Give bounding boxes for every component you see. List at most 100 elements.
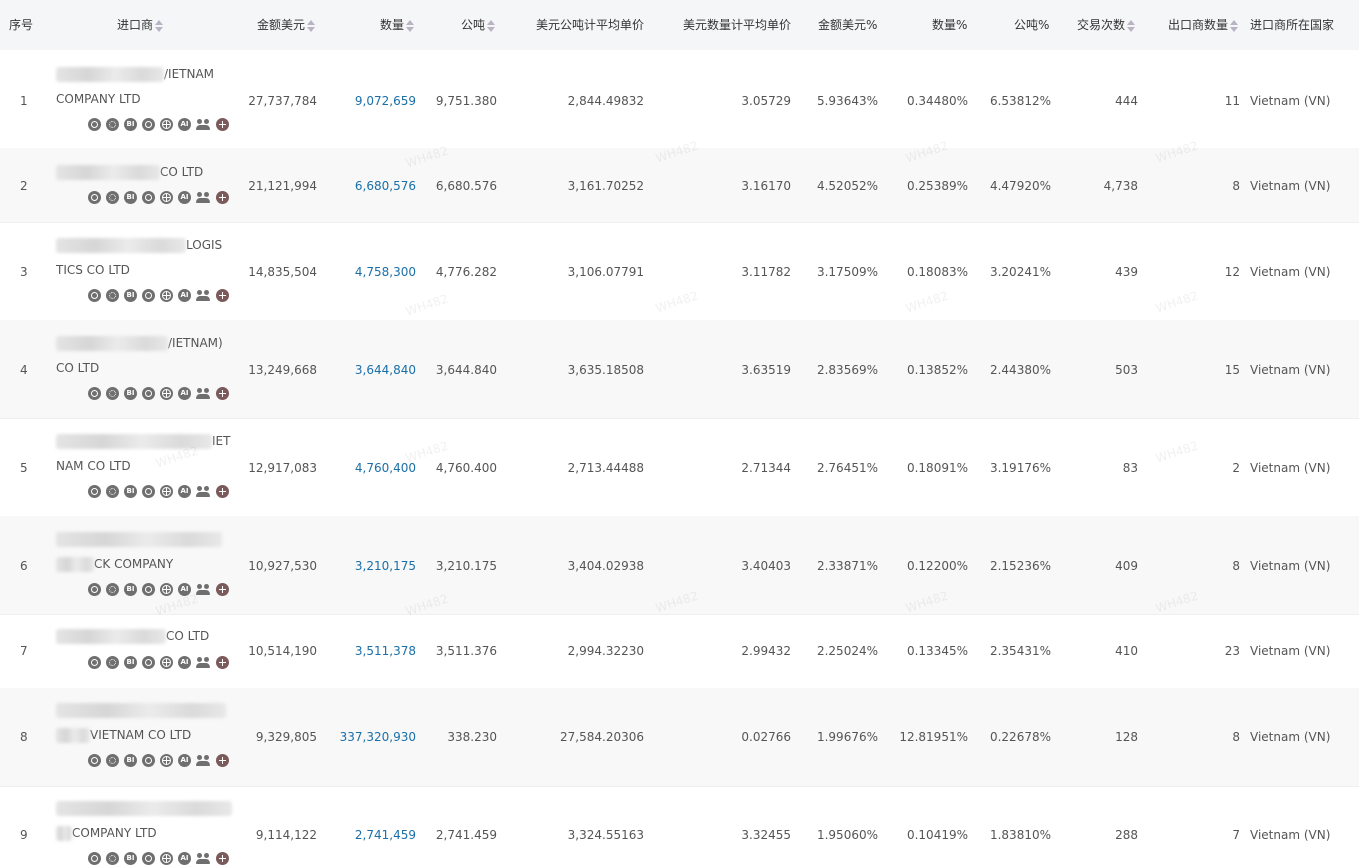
gear-icon[interactable]: [106, 191, 119, 204]
sort-icon[interactable]: [487, 19, 496, 32]
sort-icon[interactable]: [1230, 19, 1239, 32]
search-icon[interactable]: [142, 387, 155, 400]
grid-icon[interactable]: [216, 754, 229, 767]
sort-icon[interactable]: [1127, 19, 1136, 32]
importer-name-line1[interactable]: LOGIS: [56, 237, 222, 253]
header-importer[interactable]: 进口商: [117, 17, 164, 33]
quantity-link[interactable]: 4,758,300: [320, 264, 416, 280]
ai-icon[interactable]: AI: [178, 191, 191, 204]
importer-name-line1[interactable]: [56, 702, 226, 718]
bi-icon[interactable]: BI: [124, 387, 137, 400]
ai-icon[interactable]: AI: [178, 656, 191, 669]
locate-icon[interactable]: [88, 485, 101, 498]
search-icon[interactable]: [142, 289, 155, 302]
importer-name-line2[interactable]: NAM CO LTD: [56, 458, 131, 474]
people-icon[interactable]: [196, 289, 211, 302]
ai-icon[interactable]: AI: [178, 289, 191, 302]
quantity-link[interactable]: 337,320,930: [320, 729, 416, 745]
search-icon[interactable]: [142, 656, 155, 669]
gear-icon[interactable]: [106, 852, 119, 865]
grid-icon[interactable]: [216, 852, 229, 865]
importer-name-line1[interactable]: /IETNAM: [56, 66, 214, 82]
bi-icon[interactable]: BI: [124, 656, 137, 669]
globe-icon[interactable]: [160, 118, 173, 131]
gear-icon[interactable]: [106, 583, 119, 596]
importer-name-line1[interactable]: [56, 531, 222, 547]
locate-icon[interactable]: [88, 754, 101, 767]
bi-icon[interactable]: BI: [124, 289, 137, 302]
importer-name-line1[interactable]: IET: [56, 433, 230, 449]
grid-icon[interactable]: [216, 387, 229, 400]
globe-icon[interactable]: [160, 754, 173, 767]
importer-name-line1[interactable]: CO LTD: [56, 164, 203, 180]
ai-icon[interactable]: AI: [178, 754, 191, 767]
globe-icon[interactable]: [160, 387, 173, 400]
importer-name-line2[interactable]: TICS CO LTD: [56, 262, 130, 278]
globe-icon[interactable]: [160, 191, 173, 204]
bi-icon[interactable]: BI: [124, 191, 137, 204]
locate-icon[interactable]: [88, 387, 101, 400]
importer-name-line2[interactable]: COMPANY LTD: [56, 91, 141, 107]
gear-icon[interactable]: [106, 289, 119, 302]
search-icon[interactable]: [142, 852, 155, 865]
people-icon[interactable]: [196, 852, 211, 865]
header-amount-usd[interactable]: 金额美元: [257, 17, 316, 33]
header-exporters[interactable]: 出口商数量: [1168, 17, 1239, 33]
grid-icon[interactable]: [216, 485, 229, 498]
globe-icon[interactable]: [160, 583, 173, 596]
people-icon[interactable]: [196, 387, 211, 400]
gear-icon[interactable]: [106, 754, 119, 767]
grid-icon[interactable]: [216, 583, 229, 596]
importer-name-line1[interactable]: /IETNAM): [56, 335, 223, 351]
grid-icon[interactable]: [216, 191, 229, 204]
globe-icon[interactable]: [160, 485, 173, 498]
sort-icon[interactable]: [155, 19, 164, 32]
locate-icon[interactable]: [88, 656, 101, 669]
quantity-link[interactable]: 3,644,840: [320, 362, 416, 378]
gear-icon[interactable]: [106, 387, 119, 400]
globe-icon[interactable]: [160, 852, 173, 865]
locate-icon[interactable]: [88, 118, 101, 131]
search-icon[interactable]: [142, 754, 155, 767]
search-icon[interactable]: [142, 191, 155, 204]
importer-name-line1[interactable]: CO LTD: [56, 628, 209, 644]
people-icon[interactable]: [196, 656, 211, 669]
globe-icon[interactable]: [160, 656, 173, 669]
importer-name-line2[interactable]: CO LTD: [56, 360, 99, 376]
quantity-link[interactable]: 3,210,175: [320, 558, 416, 574]
gear-icon[interactable]: [106, 485, 119, 498]
ai-icon[interactable]: AI: [178, 583, 191, 596]
gear-icon[interactable]: [106, 118, 119, 131]
search-icon[interactable]: [142, 485, 155, 498]
globe-icon[interactable]: [160, 289, 173, 302]
importer-name-line1[interactable]: [56, 800, 232, 816]
importer-name-line2[interactable]: CK COMPANY: [56, 556, 173, 572]
grid-icon[interactable]: [216, 656, 229, 669]
ai-icon[interactable]: AI: [178, 118, 191, 131]
sort-icon[interactable]: [406, 19, 415, 32]
header-trades[interactable]: 交易次数: [1077, 17, 1136, 33]
locate-icon[interactable]: [88, 852, 101, 865]
grid-icon[interactable]: [216, 289, 229, 302]
ai-icon[interactable]: AI: [178, 852, 191, 865]
people-icon[interactable]: [196, 754, 211, 767]
locate-icon[interactable]: [88, 289, 101, 302]
bi-icon[interactable]: BI: [124, 485, 137, 498]
quantity-link[interactable]: 4,760,400: [320, 460, 416, 476]
grid-icon[interactable]: [216, 118, 229, 131]
header-tons[interactable]: 公吨: [461, 17, 496, 33]
locate-icon[interactable]: [88, 191, 101, 204]
quantity-link[interactable]: 9,072,659: [320, 93, 416, 109]
people-icon[interactable]: [196, 485, 211, 498]
quantity-link[interactable]: 3,511,378: [320, 643, 416, 659]
importer-name-line2[interactable]: COMPANY LTD: [56, 825, 157, 841]
locate-icon[interactable]: [88, 583, 101, 596]
people-icon[interactable]: [196, 191, 211, 204]
ai-icon[interactable]: AI: [178, 387, 191, 400]
quantity-link[interactable]: 6,680,576: [320, 178, 416, 194]
importer-name-line2[interactable]: VIETNAM CO LTD: [56, 727, 191, 743]
search-icon[interactable]: [142, 118, 155, 131]
quantity-link[interactable]: 2,741,459: [320, 827, 416, 843]
header-quantity[interactable]: 数量: [380, 17, 415, 33]
ai-icon[interactable]: AI: [178, 485, 191, 498]
